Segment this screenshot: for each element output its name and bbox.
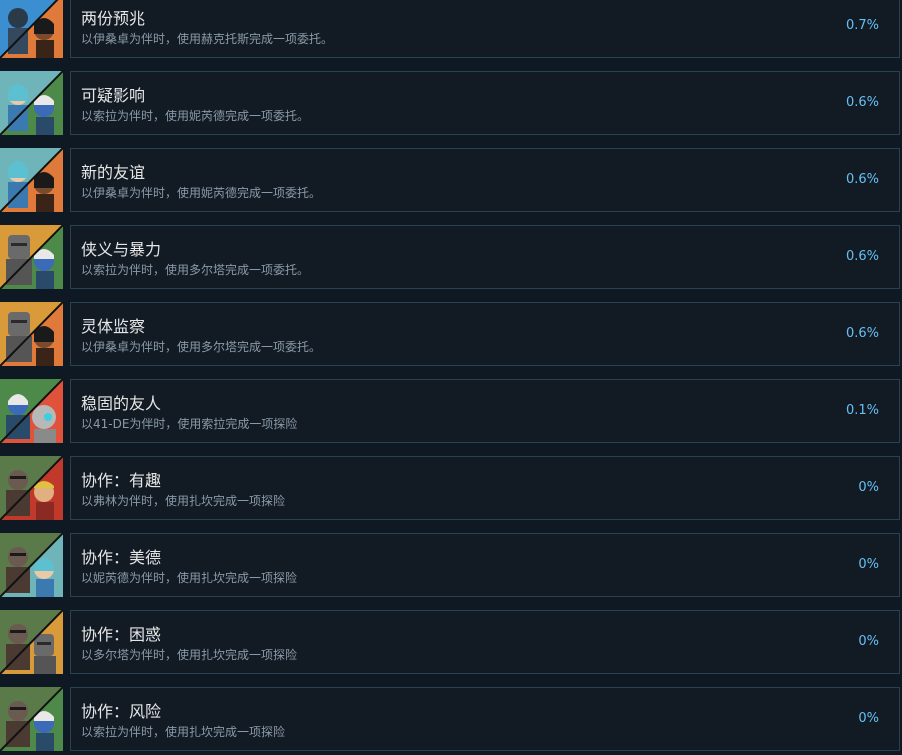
achievement-card: 侠义与暴力 以索拉为伴时，使用多尔塔完成一项委托。 0.6%	[70, 225, 900, 289]
achievement-title: 协作：美德	[81, 548, 162, 567]
achievement-row[interactable]: 协作：风险 以索拉为伴时，使用扎坎完成一项探险 0%	[0, 687, 902, 751]
achievement-description: 以伊桑卓为伴时，使用多尔塔完成一项委托。	[81, 340, 322, 354]
achievement-row[interactable]: 灵体监察 以伊桑卓为伴时，使用多尔塔完成一项委托。 0.6%	[0, 302, 902, 366]
achievement-description: 以多尔塔为伴时，使用扎坎完成一项探险	[81, 648, 298, 662]
achievement-description: 以妮芮德为伴时，使用扎坎完成一项探险	[81, 571, 298, 585]
achievement-unlock-percent: 0.6%	[845, 95, 879, 110]
achievement-portrait-icon	[0, 687, 63, 751]
achievement-description: 以索拉为伴时，使用妮芮德完成一项委托。	[81, 109, 310, 123]
achievement-card: 灵体监察 以伊桑卓为伴时，使用多尔塔完成一项委托。 0.6%	[70, 302, 900, 366]
achievement-row[interactable]: 可疑影响 以索拉为伴时，使用妮芮德完成一项委托。 0.6%	[0, 71, 902, 135]
achievement-unlock-percent: 0%	[858, 711, 879, 726]
achievement-portrait-icon	[0, 379, 63, 443]
achievement-title: 协作：困惑	[81, 625, 162, 644]
achievement-card: 稳固的友人 以41-DE为伴时，使用索拉完成一项探险 0.1%	[70, 379, 900, 443]
achievement-portrait-icon	[0, 610, 63, 674]
achievement-description: 以伊桑卓为伴时，使用妮芮德完成一项委托。	[81, 186, 322, 200]
achievement-row[interactable]: 协作：有趣 以弗林为伴时，使用扎坎完成一项探险 0%	[0, 456, 902, 520]
achievement-unlock-percent: 0.7%	[845, 18, 879, 33]
achievement-title: 协作：风险	[81, 702, 162, 721]
achievement-unlock-percent: 0.6%	[845, 249, 879, 264]
achievement-title: 协作：有趣	[81, 471, 162, 490]
achievement-card: 可疑影响 以索拉为伴时，使用妮芮德完成一项委托。 0.6%	[70, 71, 900, 135]
achievement-description: 以伊桑卓为伴时，使用赫克托斯完成一项委托。	[81, 32, 334, 46]
achievement-description: 以41-DE为伴时，使用索拉完成一项探险	[81, 417, 298, 431]
achievement-description: 以索拉为伴时，使用扎坎完成一项探险	[81, 725, 286, 739]
achievement-title: 两份预兆	[81, 9, 146, 28]
achievement-portrait-icon	[0, 0, 63, 58]
achievement-card: 两份预兆 以伊桑卓为伴时，使用赫克托斯完成一项委托。 0.7%	[70, 0, 900, 58]
achievement-unlock-percent: 0.6%	[845, 326, 879, 341]
achievement-title: 侠义与暴力	[81, 240, 162, 259]
achievement-row[interactable]: 协作：美德 以妮芮德为伴时，使用扎坎完成一项探险 0%	[0, 533, 902, 597]
achievement-description: 以弗林为伴时，使用扎坎完成一项探险	[81, 494, 286, 508]
achievement-title: 灵体监察	[81, 317, 146, 336]
achievement-unlock-percent: 0%	[858, 557, 879, 572]
achievement-unlock-percent: 0%	[858, 480, 879, 495]
achievement-card: 协作：有趣 以弗林为伴时，使用扎坎完成一项探险 0%	[70, 456, 900, 520]
achievement-portrait-icon	[0, 71, 63, 135]
achievement-row[interactable]: 稳固的友人 以41-DE为伴时，使用索拉完成一项探险 0.1%	[0, 379, 902, 443]
achievement-card: 协作：困惑 以多尔塔为伴时，使用扎坎完成一项探险 0%	[70, 610, 900, 674]
achievement-portrait-icon	[0, 302, 63, 366]
achievement-card: 新的友谊 以伊桑卓为伴时，使用妮芮德完成一项委托。 0.6%	[70, 148, 900, 212]
achievement-portrait-icon	[0, 225, 63, 289]
achievement-portrait-icon	[0, 456, 63, 520]
achievement-unlock-percent: 0.6%	[845, 172, 879, 187]
achievement-list: 两份预兆 以伊桑卓为伴时，使用赫克托斯完成一项委托。 0.7% 可疑影响 以索拉…	[0, 0, 902, 755]
achievement-row[interactable]: 协作：困惑 以多尔塔为伴时，使用扎坎完成一项探险 0%	[0, 610, 902, 674]
achievement-row[interactable]: 新的友谊 以伊桑卓为伴时，使用妮芮德完成一项委托。 0.6%	[0, 148, 902, 212]
achievement-title: 稳固的友人	[81, 394, 162, 413]
achievement-title: 可疑影响	[81, 86, 146, 105]
achievement-title: 新的友谊	[81, 163, 146, 182]
achievement-card: 协作：美德 以妮芮德为伴时，使用扎坎完成一项探险 0%	[70, 533, 900, 597]
achievement-row[interactable]: 侠义与暴力 以索拉为伴时，使用多尔塔完成一项委托。 0.6%	[0, 225, 902, 289]
achievement-description: 以索拉为伴时，使用多尔塔完成一项委托。	[81, 263, 310, 277]
achievement-row[interactable]: 两份预兆 以伊桑卓为伴时，使用赫克托斯完成一项委托。 0.7%	[0, 0, 902, 58]
achievement-card: 协作：风险 以索拉为伴时，使用扎坎完成一项探险 0%	[70, 687, 900, 751]
achievement-portrait-icon	[0, 533, 63, 597]
achievement-unlock-percent: 0.1%	[845, 403, 879, 418]
achievement-portrait-icon	[0, 148, 63, 212]
achievement-unlock-percent: 0%	[858, 634, 879, 649]
